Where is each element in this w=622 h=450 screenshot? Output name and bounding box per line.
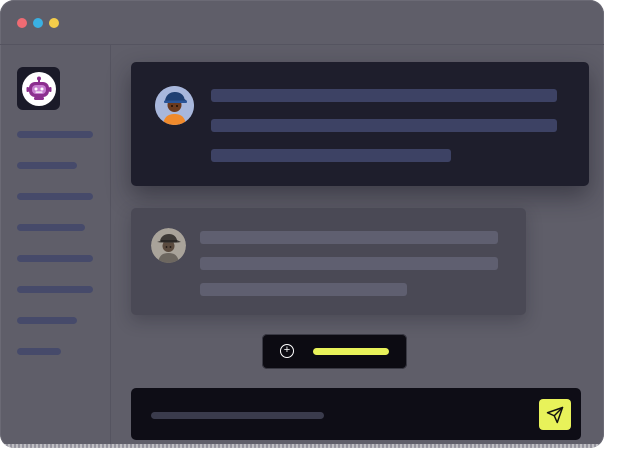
person-with-hat-avatar: [155, 86, 194, 125]
message-line-2: [211, 119, 557, 132]
send-button[interactable]: [539, 399, 571, 430]
message-card-active[interactable]: [131, 62, 589, 186]
sidebar-item-4[interactable]: [17, 224, 85, 231]
paper-plane-icon: [546, 406, 564, 423]
sidebar-item-6[interactable]: [17, 286, 93, 293]
app-logo[interactable]: [17, 67, 60, 110]
sidebar-item-7[interactable]: [17, 317, 77, 324]
message-line-1: [200, 231, 498, 244]
message-composer[interactable]: [131, 388, 581, 440]
sidebar-item-2[interactable]: [17, 162, 77, 169]
person-with-fedora-avatar: [151, 228, 186, 263]
window-bottom-edge: [0, 444, 604, 448]
sidebar-item-3[interactable]: [17, 193, 93, 200]
message-line-3: [211, 149, 451, 162]
plus-circle-icon: +: [280, 344, 294, 358]
message-line-2: [200, 257, 498, 270]
close-dot[interactable]: [17, 18, 27, 28]
sidebar-item-1[interactable]: [17, 131, 93, 138]
zoom-dot[interactable]: [49, 18, 59, 28]
message-line-3: [200, 283, 407, 296]
sidebar-item-8[interactable]: [17, 348, 61, 355]
composer-input-placeholder[interactable]: [151, 412, 324, 419]
titlebar: [0, 0, 604, 45]
action-label-bar: [313, 348, 389, 355]
add-action-button[interactable]: +: [262, 334, 407, 369]
sidebar-item-5[interactable]: [17, 255, 93, 262]
minimize-dot[interactable]: [33, 18, 43, 28]
message-line-1: [211, 89, 557, 102]
message-card[interactable]: [131, 208, 526, 315]
sidebar: [0, 45, 111, 448]
app-window: +: [0, 0, 604, 448]
robot-icon: [21, 71, 56, 106]
